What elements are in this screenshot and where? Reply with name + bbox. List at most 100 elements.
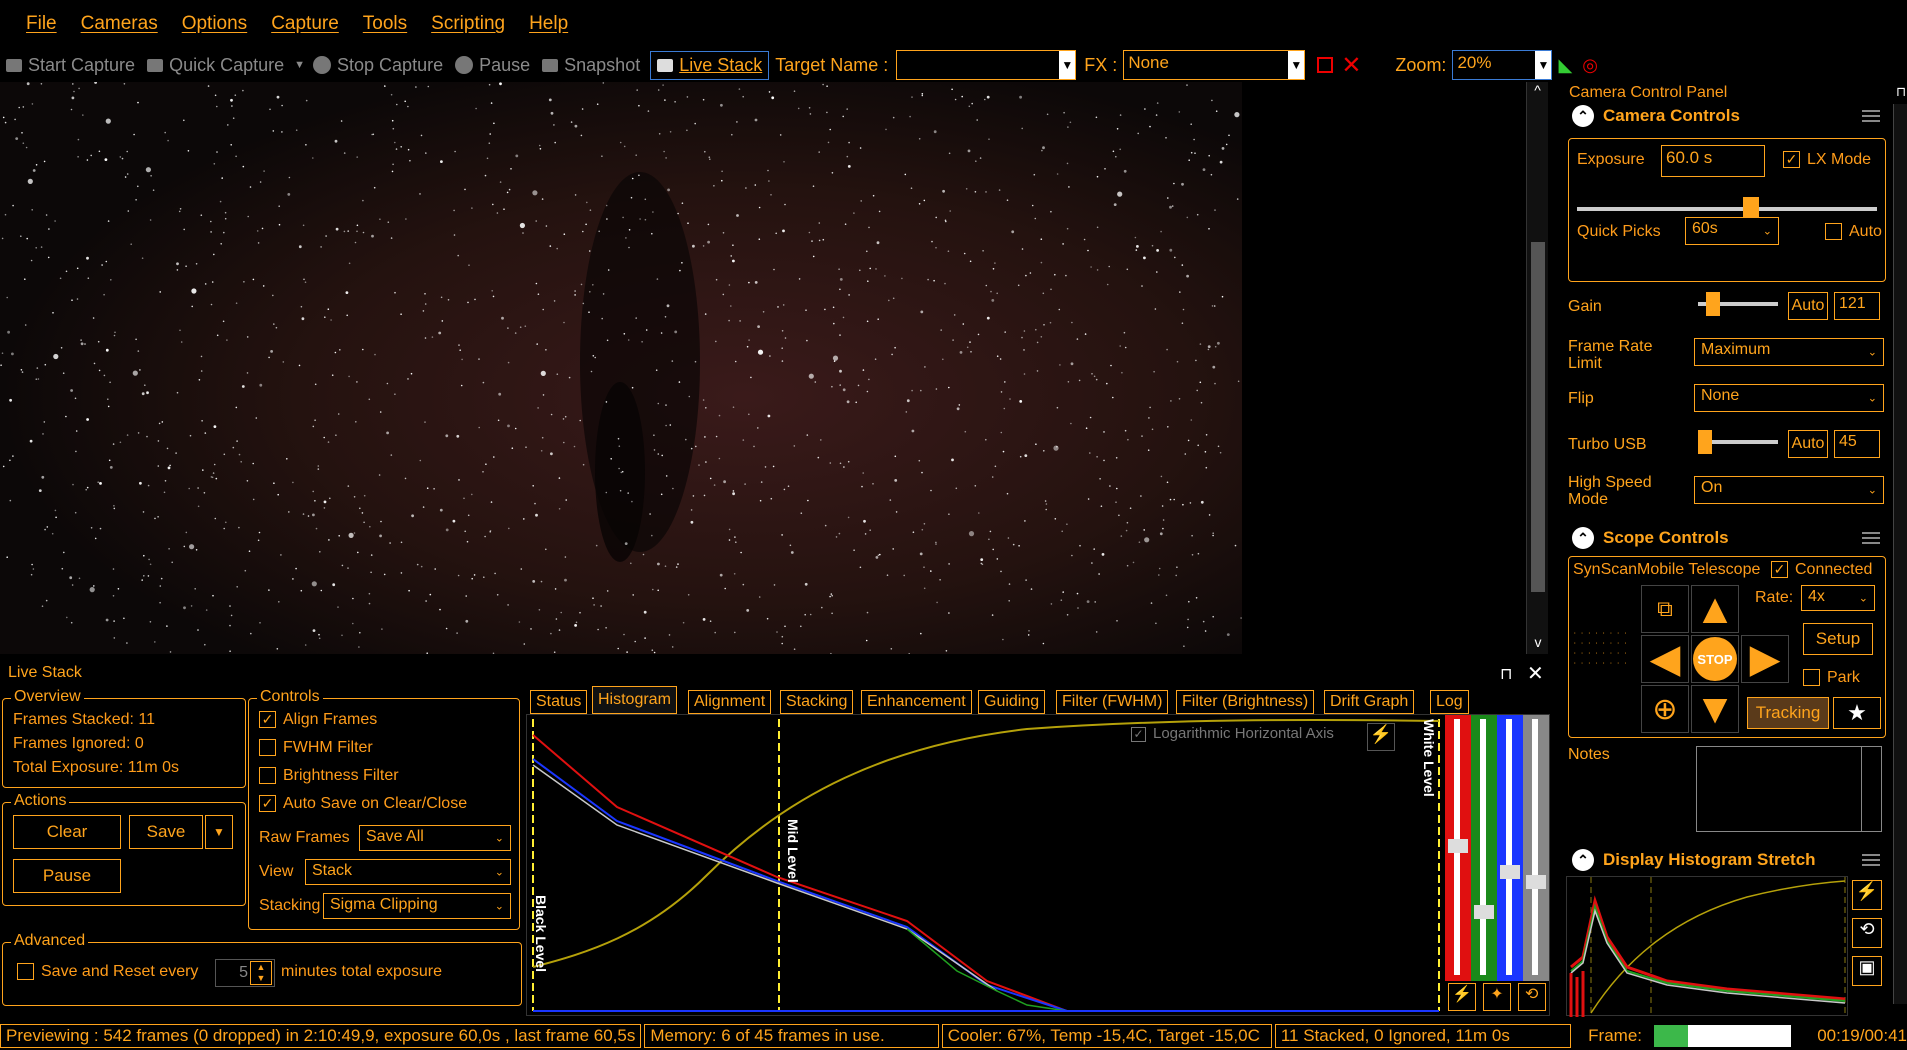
tab-alignment[interactable]: Alignment bbox=[688, 690, 772, 714]
menu-tools[interactable]: Tools bbox=[363, 13, 407, 35]
lightning-icon[interactable]: ⚡ bbox=[1852, 880, 1882, 910]
gain-value-input[interactable]: 121 bbox=[1834, 292, 1880, 320]
menu-icon[interactable] bbox=[1862, 854, 1880, 866]
display-histogram-header[interactable]: ⌃ Display Histogram Stretch bbox=[1566, 846, 1890, 874]
scrollbar-thumb[interactable] bbox=[1531, 242, 1545, 592]
image-preview[interactable] bbox=[0, 82, 1242, 654]
stop-button[interactable]: STOP bbox=[1691, 635, 1739, 683]
lightning-icon[interactable]: ⚡ bbox=[1367, 723, 1395, 751]
exposure-slider-track[interactable] bbox=[1577, 207, 1877, 211]
gain-slider-thumb[interactable] bbox=[1706, 292, 1720, 316]
chevron-up-icon[interactable]: ^ bbox=[1527, 82, 1548, 98]
tab-status[interactable]: Status bbox=[530, 690, 588, 714]
raw-frames-select[interactable]: Save All ⌄ bbox=[359, 825, 511, 851]
flip-select[interactable]: None ⌄ bbox=[1694, 384, 1884, 412]
spiral-icon[interactable]: ⧉ bbox=[1641, 585, 1689, 633]
tab-stacking[interactable]: Stacking bbox=[780, 690, 854, 714]
menu-cameras[interactable]: Cameras bbox=[81, 13, 158, 35]
tab-log[interactable]: Log bbox=[1430, 690, 1469, 714]
collapse-icon[interactable]: ⌃ bbox=[1572, 527, 1594, 549]
auto-exposure-checkbox[interactable]: Auto bbox=[1825, 223, 1882, 241]
auto-save-checkbox[interactable]: ✓ Auto Save on Clear/Close bbox=[259, 795, 467, 813]
save-icon[interactable]: ▣ bbox=[1852, 956, 1882, 986]
pin-icon[interactable]: ⊓ bbox=[1896, 84, 1906, 100]
clear-button[interactable]: Clear bbox=[13, 815, 121, 849]
menu-icon[interactable] bbox=[1862, 532, 1880, 544]
collapse-icon[interactable]: ⌃ bbox=[1572, 105, 1594, 127]
south-arrow-icon[interactable]: ▼ bbox=[1691, 685, 1739, 733]
red-channel-slider[interactable] bbox=[1445, 715, 1471, 981]
chevron-down-icon[interactable]: ▼ bbox=[1535, 51, 1552, 79]
connected-checkbox[interactable]: ✓ Connected bbox=[1771, 561, 1872, 579]
display-histogram-chart[interactable] bbox=[1566, 876, 1848, 1017]
brightness-filter-checkbox[interactable]: Brightness Filter bbox=[259, 767, 399, 785]
fwhm-filter-checkbox[interactable]: FWHM Filter bbox=[259, 739, 373, 757]
view-select[interactable]: Stack ⌄ bbox=[305, 859, 511, 885]
stepper-arrows-icon[interactable]: ▲ ▼ bbox=[250, 961, 272, 985]
exposure-input[interactable]: 60.0 s bbox=[1661, 145, 1765, 177]
scope-controls-header[interactable]: ⌃ Scope Controls bbox=[1566, 524, 1890, 552]
blue-channel-slider[interactable] bbox=[1497, 715, 1523, 981]
grid-x-icon[interactable]: ✕ bbox=[1341, 51, 1361, 80]
tab-filter-fwhm[interactable]: Filter (FWHM) bbox=[1056, 690, 1169, 714]
crosshair-icon[interactable]: ⊕ bbox=[1641, 685, 1689, 733]
panel-scrollbar[interactable] bbox=[1893, 104, 1907, 1004]
live-stack-button[interactable]: Live Stack bbox=[650, 50, 770, 80]
luminance-channel-slider[interactable] bbox=[1523, 715, 1549, 981]
snapshot-button[interactable]: Snapshot bbox=[542, 55, 640, 76]
west-arrow-icon[interactable]: ◀ bbox=[1641, 635, 1689, 683]
reset-icon[interactable]: ⟲ bbox=[1852, 918, 1882, 948]
turbo-auto-button[interactable]: Auto bbox=[1788, 430, 1828, 458]
lightning-icon[interactable]: ⚡ bbox=[1448, 983, 1477, 1011]
camera-controls-header[interactable]: ⌃ Camera Controls bbox=[1566, 102, 1890, 130]
pin-icon[interactable]: ⊓ bbox=[1500, 664, 1512, 684]
stop-capture-button[interactable]: Stop Capture bbox=[313, 55, 443, 76]
tab-guiding[interactable]: Guiding bbox=[978, 690, 1046, 714]
menu-icon[interactable] bbox=[1862, 110, 1880, 122]
north-arrow-icon[interactable]: ▲ bbox=[1691, 585, 1739, 633]
rate-select[interactable]: 4x ⌄ bbox=[1801, 585, 1875, 611]
notes-textarea[interactable] bbox=[1696, 746, 1882, 832]
frame-rate-select[interactable]: Maximum ⌄ bbox=[1694, 338, 1884, 366]
menu-capture[interactable]: Capture bbox=[271, 13, 339, 35]
save-button[interactable]: Save bbox=[129, 815, 203, 849]
star-icon[interactable]: ✦ bbox=[1482, 983, 1511, 1011]
lx-mode-checkbox[interactable]: ✓ LX Mode bbox=[1783, 151, 1871, 169]
fx-select[interactable]: None ▼ bbox=[1123, 50, 1306, 80]
chevron-down-icon[interactable]: ▼ bbox=[294, 59, 305, 71]
align-frames-checkbox[interactable]: ✓ Align Frames bbox=[259, 711, 377, 729]
target-icon[interactable]: ◎ bbox=[1582, 55, 1598, 76]
turbo-value-input[interactable]: 45 bbox=[1834, 430, 1880, 458]
menu-help[interactable]: Help bbox=[529, 13, 568, 35]
high-speed-select[interactable]: On ⌄ bbox=[1694, 476, 1884, 504]
save-reset-checkbox[interactable]: Save and Reset every bbox=[17, 963, 198, 981]
tab-filter-brightness[interactable]: Filter (Brightness) bbox=[1176, 690, 1315, 714]
zoom-select[interactable]: 20% ▼ bbox=[1452, 50, 1553, 80]
chevron-down-icon[interactable]: v bbox=[1527, 634, 1549, 650]
log-axis-checkbox[interactable]: ✓ Logarithmic Horizontal Axis bbox=[1131, 725, 1334, 742]
target-name-input[interactable]: ▼ bbox=[896, 50, 1077, 80]
pause-button[interactable]: Pause bbox=[455, 55, 530, 76]
tab-enhancement[interactable]: Enhancement bbox=[861, 690, 972, 714]
histogram-chart[interactable] bbox=[527, 715, 1445, 1015]
turbo-slider-thumb[interactable] bbox=[1698, 430, 1712, 454]
tab-drift-graph[interactable]: Drift Graph bbox=[1324, 690, 1415, 714]
preview-scrollbar[interactable]: ^ v bbox=[1526, 82, 1548, 654]
east-arrow-icon[interactable]: ▶ bbox=[1741, 635, 1789, 683]
menu-options[interactable]: Options bbox=[182, 13, 247, 35]
star-dropdown-icon[interactable]: ★ bbox=[1833, 697, 1881, 729]
stacking-select[interactable]: Sigma Clipping ⌄ bbox=[323, 893, 511, 919]
tab-histogram[interactable]: Histogram bbox=[592, 686, 677, 714]
quick-capture-button[interactable]: Quick Capture ▼ bbox=[147, 55, 305, 76]
chevron-down-icon[interactable]: ▼ bbox=[1059, 51, 1076, 79]
tracking-button[interactable]: Tracking bbox=[1747, 697, 1829, 729]
close-icon[interactable]: ✕ bbox=[1527, 661, 1544, 686]
green-channel-slider[interactable] bbox=[1471, 715, 1497, 981]
menu-file[interactable]: File bbox=[26, 13, 57, 35]
pause-stack-button[interactable]: Pause bbox=[13, 859, 121, 893]
quick-picks-select[interactable]: 60s ⌄ bbox=[1685, 217, 1779, 245]
notes-scrollbar[interactable] bbox=[1861, 747, 1881, 831]
collapse-icon[interactable]: ⌃ bbox=[1572, 849, 1594, 871]
setup-button[interactable]: Setup bbox=[1803, 623, 1873, 655]
park-checkbox[interactable]: Park bbox=[1803, 669, 1860, 687]
